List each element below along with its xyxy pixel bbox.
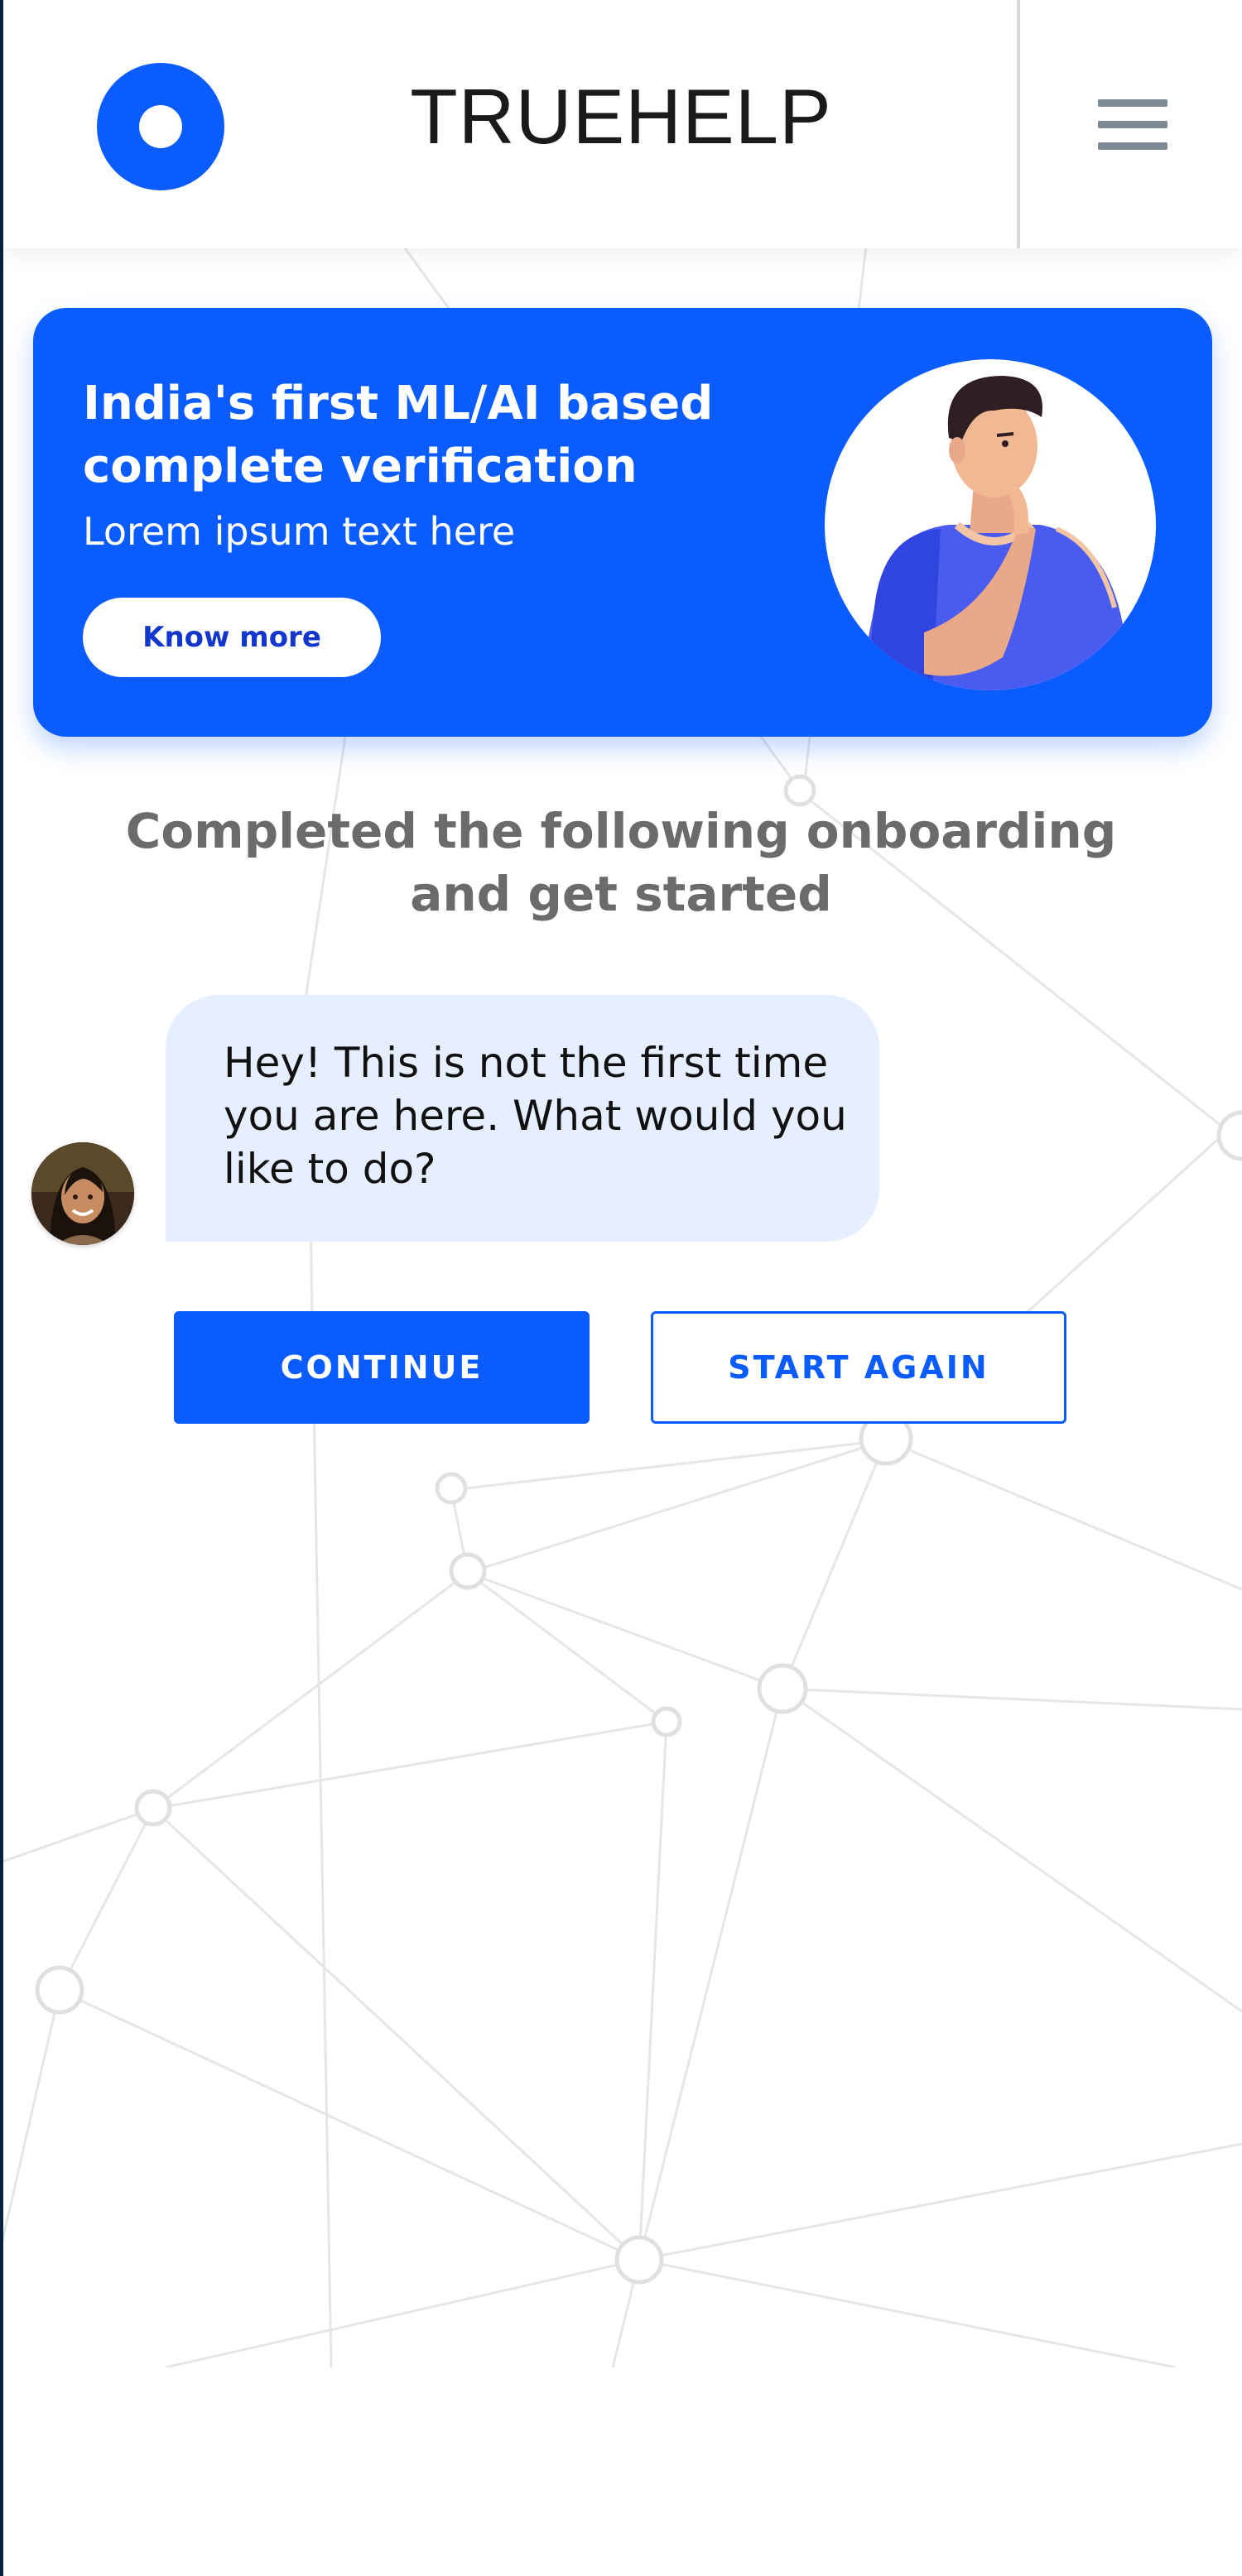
banner-subtitle: Lorem ipsum text here xyxy=(83,509,516,554)
logo-inner-dot xyxy=(139,105,182,148)
continue-button[interactable]: CONTINUE xyxy=(174,1311,590,1424)
promo-banner: India's first ML/AI based complete verif… xyxy=(33,308,1212,737)
page: TRUEHELP India's first ML/AI based compl… xyxy=(0,0,1242,2576)
brand-title: TRUEHELP xyxy=(410,73,832,160)
hamburger-menu-icon[interactable] xyxy=(1085,91,1176,157)
start-again-button[interactable]: START AGAIN xyxy=(651,1311,1066,1424)
agent-avatar-photo xyxy=(31,1142,134,1245)
thinking-man-svg xyxy=(858,376,1123,690)
header-divider xyxy=(1017,0,1020,248)
left-edge-border xyxy=(0,0,3,2576)
chat-bubble: Hey! This is not the first time you are … xyxy=(166,995,879,1242)
chat-message-text: Hey! This is not the first time you are … xyxy=(224,1039,847,1193)
banner-title: India's first ML/AI based complete verif… xyxy=(83,377,714,493)
menu-bar-top xyxy=(1098,99,1167,107)
thinking-man-illustration xyxy=(825,359,1156,690)
menu-bar-bottom xyxy=(1098,142,1167,150)
onboarding-heading: Completed the following onboarding and g… xyxy=(125,803,1117,922)
app-header: TRUEHELP xyxy=(0,0,1242,248)
circle-logo-icon[interactable] xyxy=(97,63,224,190)
menu-bar-middle xyxy=(1098,121,1167,128)
know-more-button[interactable]: Know more xyxy=(83,598,381,677)
agent-avatar-svg xyxy=(31,1142,134,1245)
